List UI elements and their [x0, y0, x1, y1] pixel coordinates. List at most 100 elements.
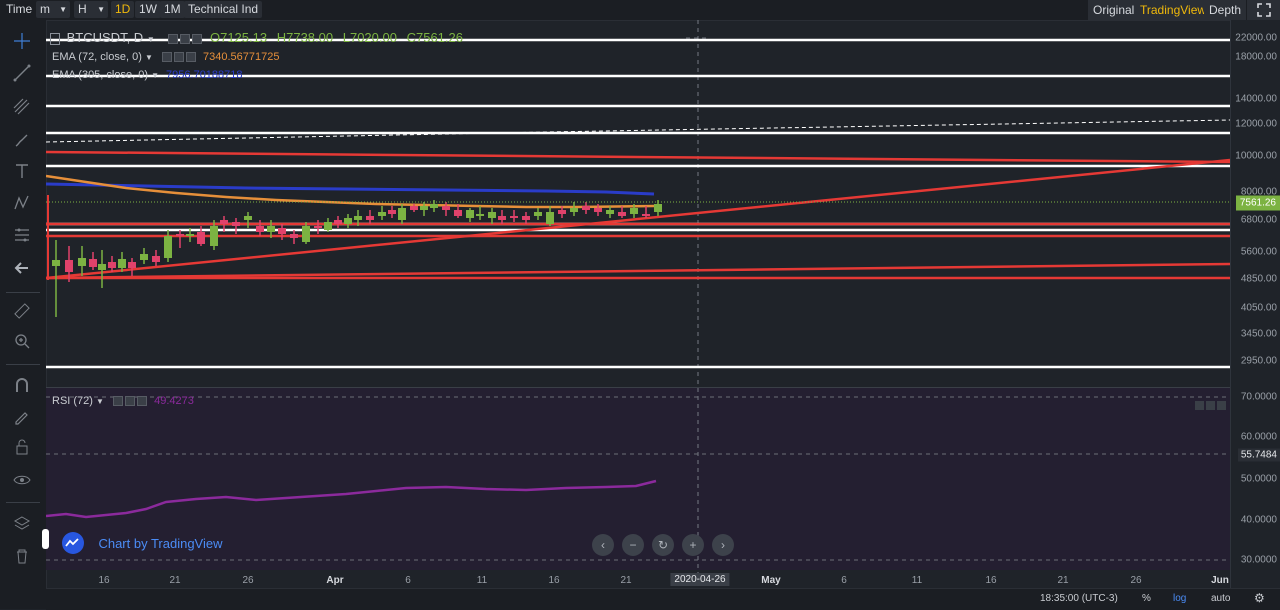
candle-body: [98, 264, 106, 270]
price-chart[interactable]: [46, 20, 1230, 588]
crosshair-icon[interactable]: [11, 30, 33, 52]
reset-button[interactable]: ↻: [652, 534, 674, 556]
ema72-label[interactable]: EMA (72, close, 0): [52, 51, 142, 63]
watermark-text: Chart by TradingView: [98, 535, 223, 551]
candle-body: [152, 256, 160, 262]
candle-body: [430, 204, 438, 208]
scroll-left-button[interactable]: ‹: [592, 534, 614, 556]
price-axis-label: 4050.00: [1240, 302, 1277, 314]
lock-draw-icon[interactable]: [11, 406, 33, 428]
symbol-name[interactable]: BTCUSDT, D: [67, 30, 144, 45]
tab-depth[interactable]: Depth: [1204, 0, 1247, 20]
trash-icon[interactable]: [11, 545, 33, 567]
time-axis-label: 6: [841, 575, 847, 586]
brush-icon[interactable]: [11, 129, 33, 151]
open-value: O7125.13: [209, 30, 268, 45]
trend-line: [46, 150, 1230, 164]
close-value: C7561.26: [406, 30, 463, 45]
candle-body: [594, 208, 602, 212]
candle: [398, 204, 406, 224]
symbol-legend: BTCUSDT, D ▼ O7125.13 H7738.00 L7020.00 …: [50, 30, 463, 45]
fib-icon[interactable]: [11, 96, 33, 118]
candle: [176, 230, 184, 248]
rsi-label[interactable]: RSI (72): [52, 395, 93, 407]
ema72-value: 7340.56771725: [202, 51, 280, 63]
layers-icon[interactable]: [11, 512, 33, 534]
pane-controls[interactable]: [1195, 397, 1226, 415]
scroll-handle[interactable]: [42, 529, 49, 549]
price-axis[interactable]: 7561.26 55.7484 22000.00 18000.00 14000.00…: [1230, 20, 1280, 588]
price-axis-label: 14000.00: [1235, 93, 1277, 105]
pattern-icon[interactable]: [11, 192, 33, 214]
trend-line: [46, 262, 1230, 280]
percent-toggle[interactable]: %: [1142, 593, 1151, 604]
reset-icon: ↻: [657, 538, 669, 552]
text-icon[interactable]: [11, 160, 33, 182]
back-icon[interactable]: [11, 257, 33, 279]
candle-body: [582, 206, 590, 210]
candle-body: [606, 210, 614, 214]
scroll-right-button[interactable]: ›: [712, 534, 734, 556]
time-axis-label: Apr: [326, 575, 344, 586]
lock-icon[interactable]: [11, 436, 33, 458]
time-axis-label: 21: [620, 575, 632, 586]
candle-body: [118, 259, 126, 268]
interval-1w[interactable]: 1W: [135, 1, 161, 18]
interval-1d[interactable]: 1D: [111, 1, 135, 18]
candle-body: [488, 212, 496, 218]
candle: [546, 206, 554, 226]
candle: [108, 256, 116, 272]
tab-original[interactable]: Original: [1088, 0, 1140, 20]
measure-icon[interactable]: [11, 224, 33, 246]
candle: [52, 240, 60, 278]
candle: [582, 202, 590, 214]
candle-body: [654, 204, 662, 212]
minute-select[interactable]: m ▼: [36, 1, 70, 18]
eye-icon[interactable]: [11, 469, 33, 491]
caret-down-icon[interactable]: ▼: [151, 71, 159, 80]
trendline-icon[interactable]: [11, 62, 33, 84]
indicator-icons[interactable]: [111, 395, 148, 407]
log-toggle[interactable]: log: [1173, 593, 1186, 604]
ema305-legend: EMA (305, close, 0) ▼ 7956.70188718: [52, 69, 243, 81]
ema305-value: 7956.70188718: [166, 69, 243, 81]
time-axis[interactable]: 2020-04-26 16 21 26 Apr 6 11 16 21 May 6 11 16 21 26 J…: [46, 570, 1230, 588]
ema72-legend: EMA (72, close, 0) ▼ 7340.56771725: [52, 51, 279, 63]
price-axis-label: 22000.00: [1235, 32, 1277, 44]
caret-down-icon[interactable]: ▼: [147, 35, 155, 44]
ruler-icon[interactable]: [11, 300, 33, 322]
auto-toggle[interactable]: auto: [1211, 593, 1230, 604]
time-axis-label: 26: [1130, 575, 1142, 586]
price-axis-label: 2950.00: [1240, 355, 1277, 367]
technical-indicators-button[interactable]: Technical Ind: [184, 1, 263, 18]
caret-down-icon[interactable]: ▼: [96, 397, 104, 406]
zoom-in-button[interactable]: +: [682, 534, 704, 556]
tradingview-watermark[interactable]: Chart by TradingView: [60, 532, 223, 554]
candle-body: [186, 234, 194, 236]
hour-select[interactable]: H ▼: [74, 1, 108, 18]
chart-type-icon[interactable]: [50, 32, 60, 45]
candle: [324, 218, 332, 232]
rsi-axis-label: 60.0000: [1240, 431, 1277, 443]
time-label: Time: [6, 2, 33, 16]
tab-tradingview[interactable]: TradingView: [1135, 0, 1212, 20]
candles: [52, 200, 662, 317]
rsi-axis-label: 50.0000: [1240, 473, 1277, 485]
candle: [128, 258, 136, 276]
candle: [642, 206, 650, 218]
candle: [334, 216, 342, 228]
zoom-out-button[interactable]: −: [622, 534, 644, 556]
ema305-label[interactable]: EMA (305, close, 0): [52, 69, 148, 81]
interval-1m[interactable]: 1M: [160, 1, 185, 18]
candle-body: [546, 212, 554, 224]
ohlc-icons: [166, 30, 203, 45]
zoom-icon[interactable]: [11, 330, 33, 352]
gear-icon[interactable]: ⚙: [1254, 591, 1265, 605]
indicator-icons[interactable]: [160, 51, 196, 63]
candle-body: [466, 210, 474, 218]
fullscreen-icon[interactable]: [1247, 0, 1280, 20]
magnet-icon[interactable]: [11, 374, 33, 396]
caret-down-icon[interactable]: ▼: [145, 53, 153, 62]
rsi-axis-label: 40.0000: [1240, 514, 1277, 526]
candle: [476, 206, 484, 220]
